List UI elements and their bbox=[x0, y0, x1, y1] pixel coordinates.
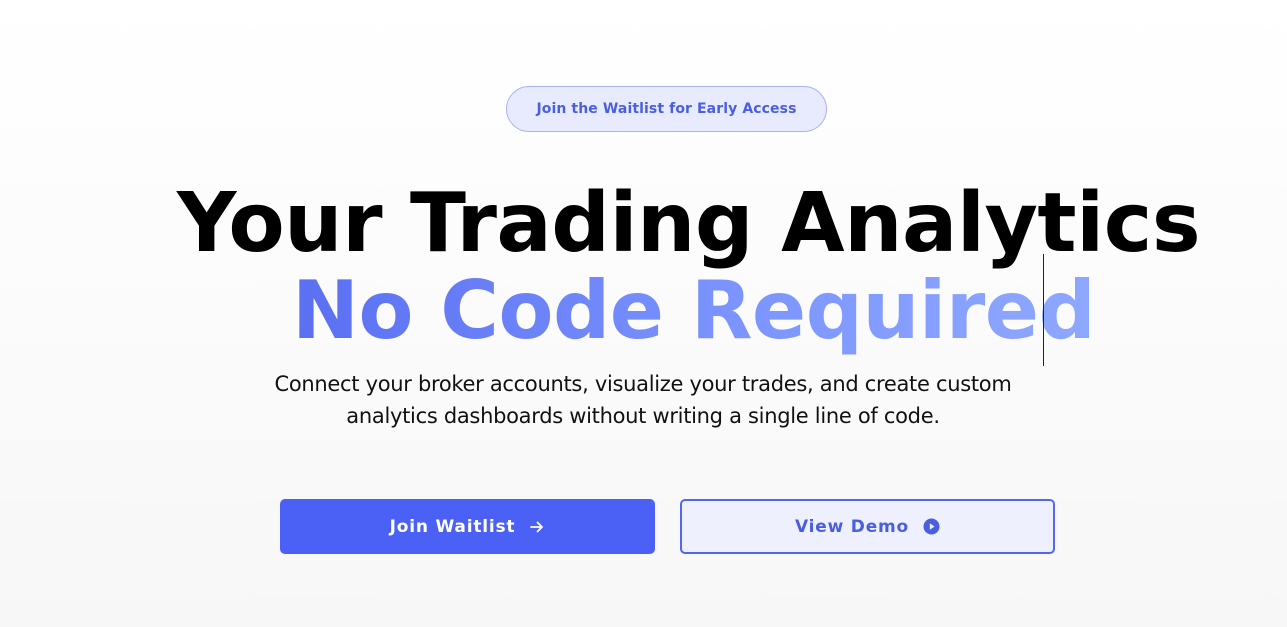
hero-subtitle-line-1: Connect your broker accounts, visualize … bbox=[274, 372, 1012, 396]
hero-headline-accent: No Code Required bbox=[292, 264, 1096, 357]
arrow-right-icon bbox=[529, 519, 545, 535]
join-waitlist-button-label: Join Waitlist bbox=[389, 516, 516, 537]
text-cursor-caret bbox=[1043, 254, 1044, 366]
early-access-badge-label: Join the Waitlist for Early Access bbox=[536, 101, 797, 117]
hero-subtitle: Connect your broker accounts, visualize … bbox=[243, 368, 1043, 432]
view-demo-button[interactable]: View Demo bbox=[680, 499, 1055, 554]
play-circle-icon bbox=[923, 518, 940, 535]
early-access-badge[interactable]: Join the Waitlist for Early Access bbox=[506, 86, 827, 132]
hero-section: Join the Waitlist for Early Access Your … bbox=[0, 0, 1287, 627]
hero-subtitle-line-2: analytics dashboards without writing a s… bbox=[346, 404, 940, 428]
hero-headline: Your Trading Analytics bbox=[177, 176, 1201, 271]
join-waitlist-button[interactable]: Join Waitlist bbox=[280, 499, 655, 554]
view-demo-button-label: View Demo bbox=[794, 516, 910, 537]
